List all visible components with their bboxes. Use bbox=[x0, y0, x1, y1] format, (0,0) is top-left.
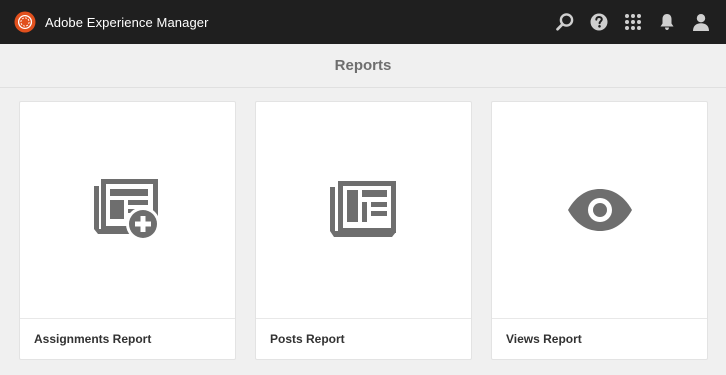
card-title: Assignments Report bbox=[34, 332, 152, 346]
card-footer: Views Report bbox=[492, 318, 707, 359]
notifications-button[interactable] bbox=[654, 9, 680, 35]
help-icon bbox=[590, 13, 608, 31]
card-thumbnail bbox=[492, 102, 707, 318]
card-footer: Posts Report bbox=[256, 318, 471, 359]
page-title-bar: Reports bbox=[0, 44, 726, 88]
card-title: Views Report bbox=[506, 332, 582, 346]
brand-home-link[interactable]: Adobe Experience Manager bbox=[14, 0, 209, 44]
report-add-icon bbox=[93, 179, 160, 241]
user-icon bbox=[693, 14, 709, 31]
views-report-card[interactable]: Views Report bbox=[491, 101, 708, 360]
card-title: Posts Report bbox=[270, 332, 345, 346]
card-thumbnail bbox=[20, 102, 235, 318]
assignments-report-card[interactable]: Assignments Report bbox=[19, 101, 236, 360]
posts-report-card[interactable]: Posts Report bbox=[255, 101, 472, 360]
aem-logo-icon bbox=[14, 11, 36, 33]
global-header: Adobe Experience Manager bbox=[0, 0, 726, 44]
solutions-button[interactable] bbox=[620, 9, 646, 35]
apps-grid-icon bbox=[625, 14, 641, 30]
bell-icon bbox=[660, 14, 674, 30]
search-icon bbox=[556, 13, 574, 31]
search-button[interactable] bbox=[552, 9, 578, 35]
newspaper-icon bbox=[329, 181, 396, 237]
app-name: Adobe Experience Manager bbox=[45, 14, 209, 30]
card-thumbnail bbox=[256, 102, 471, 318]
page-title: Reports bbox=[334, 57, 392, 74]
help-button[interactable] bbox=[586, 9, 612, 35]
user-profile-button[interactable] bbox=[688, 9, 714, 35]
card-footer: Assignments Report bbox=[20, 318, 235, 359]
eye-icon bbox=[567, 189, 632, 231]
